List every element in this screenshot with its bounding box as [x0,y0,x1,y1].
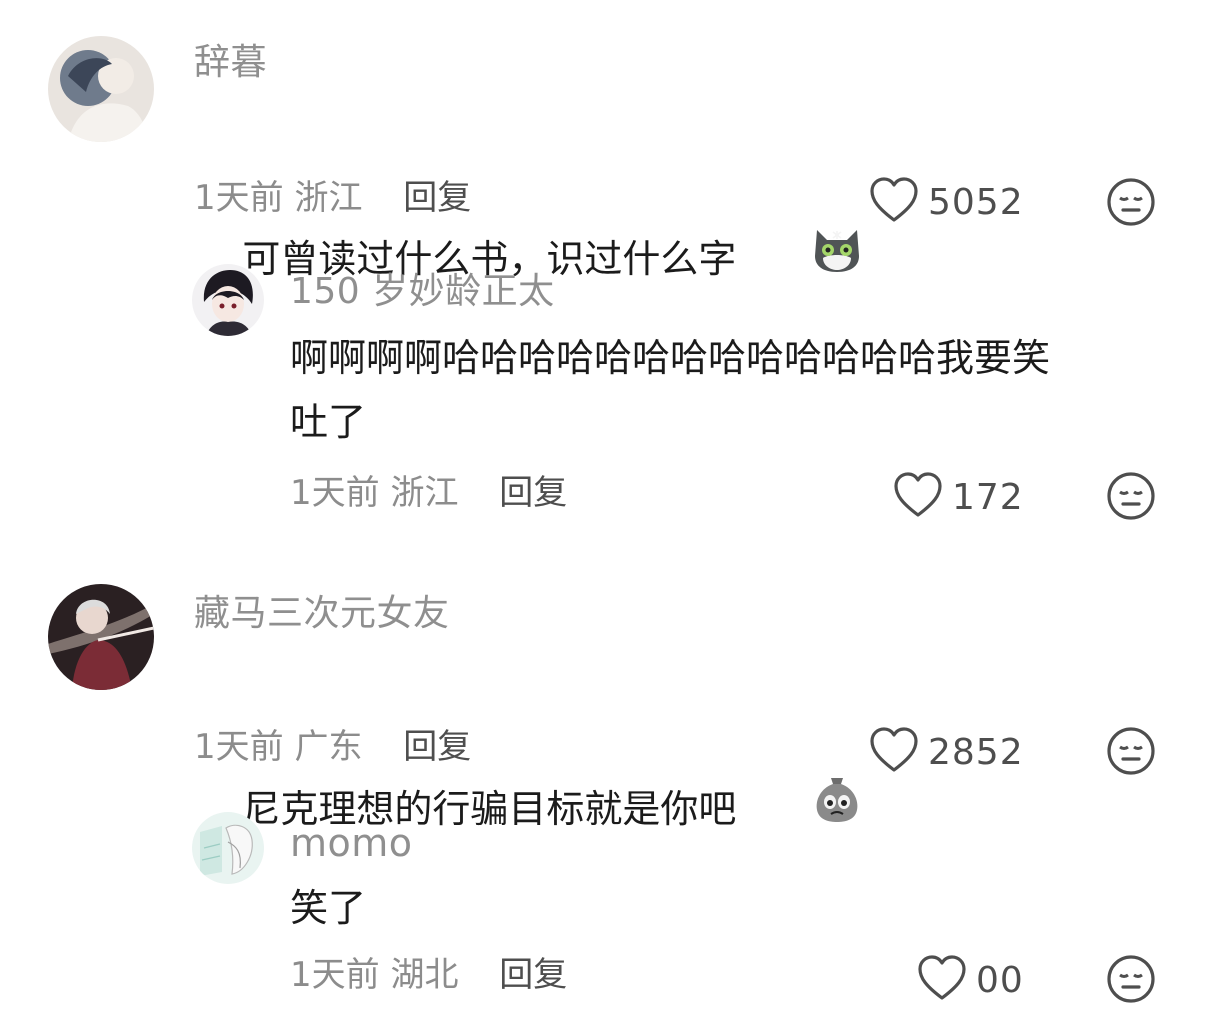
reply-button[interactable]: 回复 [499,955,567,995]
username[interactable]: 辞暮 [194,45,267,81]
comment-item: 藏马三次元女友 尼克理想的行骗目标就是你吧 1天前 广东 回复 2852 [0,560,1206,831]
dislike-button[interactable] [1106,177,1156,227]
reply-item: 150 岁妙龄正太 啊啊啊啊哈哈哈哈哈哈哈哈哈哈哈哈哈我要笑 吐了 1天前 浙江… [0,240,1206,540]
reply-button[interactable]: 回复 [403,727,471,767]
like-count: 172 [952,476,1024,518]
location: 浙江 [294,178,363,218]
username[interactable]: 150 岁妙龄正太 [290,274,555,310]
timestamp: 1天前 [290,473,380,513]
like-button[interactable]: 5052 [868,176,1024,228]
comment-meta: 1天前 浙江 回复 [290,476,567,510]
like-button[interactable]: 00 [916,954,1024,1006]
reply-item: momo 笑了 1天前 湖北 回复 00 [0,800,1206,1020]
heart-icon [868,726,920,778]
dislike-button[interactable] [1106,726,1156,776]
avatar[interactable] [48,36,154,142]
like-button[interactable]: 2852 [868,726,1024,778]
meh-face-icon [1107,178,1155,226]
like-button[interactable]: 172 [892,471,1024,523]
heart-icon [892,471,944,523]
timestamp: 1天前 [194,727,284,767]
timestamp: 1天前 [290,955,380,995]
meh-face-icon [1107,472,1155,520]
avatar[interactable] [48,584,154,690]
reply-button[interactable]: 回复 [403,178,471,218]
comment-meta: 1天前 湖北 回复 [290,958,567,992]
username[interactable]: 藏马三次元女友 [194,596,450,632]
heart-icon [868,176,920,228]
meh-face-icon [1107,727,1155,775]
like-count: 00 [976,959,1024,1001]
location: 广东 [294,727,363,767]
like-count: 2852 [928,731,1024,773]
comment-text: 啊啊啊啊哈哈哈哈哈哈哈哈哈哈哈哈哈我要笑 吐了 [290,336,1051,444]
dislike-button[interactable] [1106,471,1156,521]
timestamp: 1天前 [194,178,284,218]
reply-button[interactable]: 回复 [499,473,567,513]
username[interactable]: momo [290,824,413,862]
comment-meta: 1天前 浙江 回复 [194,181,471,215]
dislike-button[interactable] [1106,954,1156,1004]
comment-meta: 1天前 广东 回复 [194,730,471,764]
comment-item: 辞暮 可曾读过什么书，识过什么字 1天前 浙江 回复 5052 [0,0,1206,281]
avatar[interactable] [192,812,264,884]
comment-text: 笑了 [290,886,367,930]
location: 浙江 [390,473,459,513]
meh-face-icon [1107,955,1155,1003]
like-count: 5052 [928,181,1024,223]
avatar[interactable] [192,264,264,336]
location: 湖北 [390,955,459,995]
heart-icon [916,954,968,1006]
